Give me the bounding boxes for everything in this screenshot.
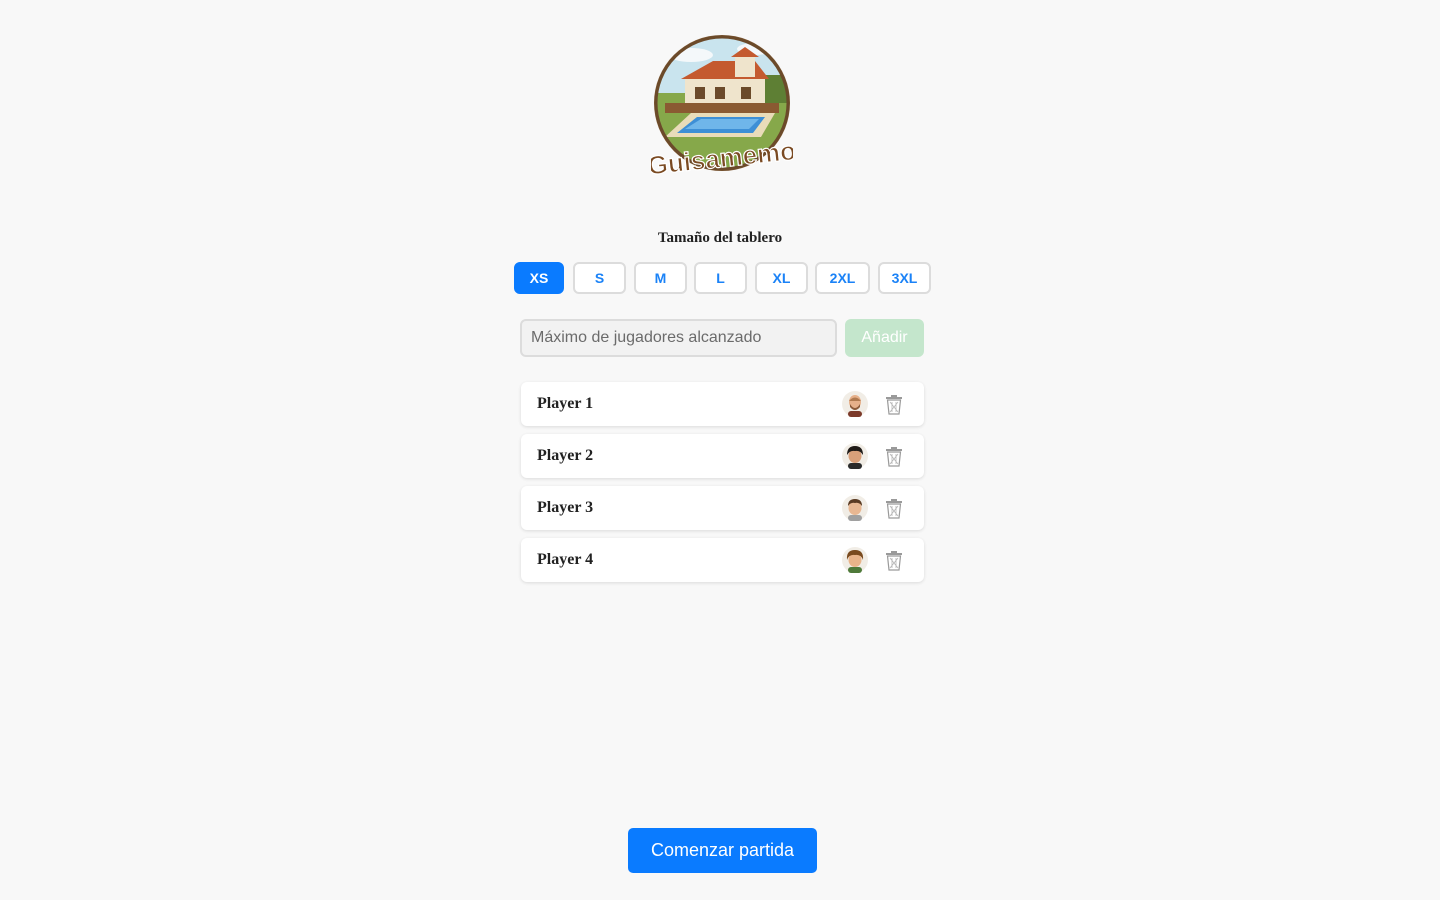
player-name: Player 3 [537,499,594,516]
player-row: Player 1 [521,382,924,426]
start-game-button[interactable]: Comenzar partida [628,828,817,873]
add-player-button[interactable]: Añadir [845,319,924,357]
avatar-bald-man-icon[interactable] [841,390,869,418]
player-name: Player 2 [537,447,594,464]
trash-icon[interactable] [883,498,905,520]
logo: Guisamemo [646,33,798,183]
avatar-dark-hair-boy-icon[interactable] [841,442,869,470]
player-name-input[interactable] [520,319,837,357]
player-name: Player 4 [537,551,594,568]
trash-icon[interactable] [883,394,905,416]
size-button-xl[interactable]: XL [755,262,808,294]
size-button-3xl[interactable]: 3XL [878,262,931,294]
trash-icon[interactable] [883,446,905,468]
player-row: Player 4 [521,538,924,582]
size-button-l[interactable]: L [694,262,747,294]
player-row: Player 2 [521,434,924,478]
size-button-s[interactable]: S [573,262,626,294]
size-button-2xl[interactable]: 2XL [815,262,870,294]
avatar-brown-hair-man-icon[interactable] [841,546,869,574]
size-button-m[interactable]: M [634,262,687,294]
avatar-brown-hair-boy-icon[interactable] [841,494,869,522]
board-size-title: Tamaño del tablero [657,230,783,246]
board-size-selector: XS S M L XL 2XL 3XL [514,262,934,296]
size-button-xs[interactable]: XS [514,262,564,294]
player-row: Player 3 [521,486,924,530]
trash-icon[interactable] [883,550,905,572]
player-name: Player 1 [537,395,594,412]
